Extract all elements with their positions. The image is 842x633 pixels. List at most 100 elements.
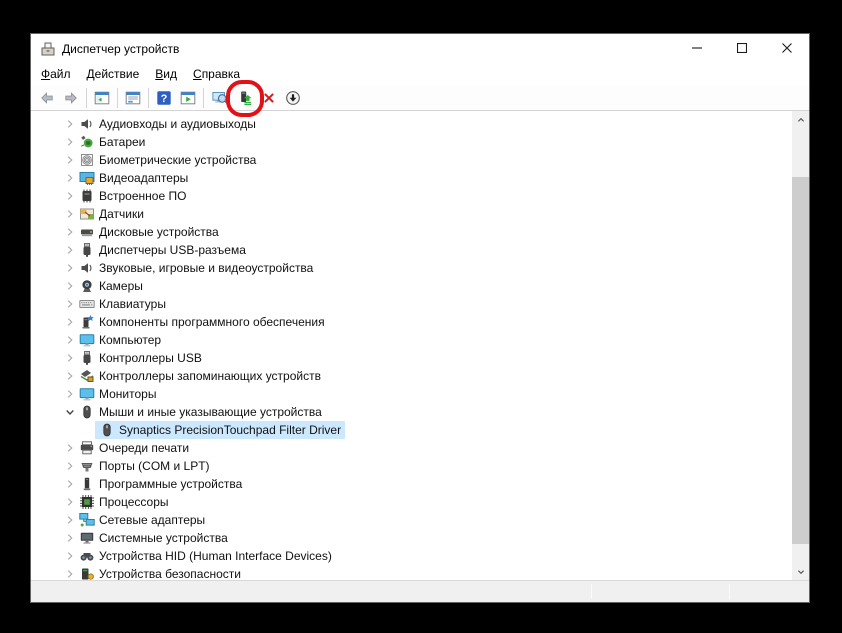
tree-item-label: Звуковые, игровые и видеоустройства — [99, 261, 313, 275]
forward-icon — [63, 90, 79, 106]
tree-item-body[interactable]: Устройства HID (Human Interface Devices) — [75, 547, 336, 565]
tree-item[interactable]: Батареи — [31, 133, 792, 151]
software-device-icon — [79, 476, 95, 492]
tree-item-label: Очереди печати — [99, 441, 189, 455]
tree-item[interactable]: Датчики — [31, 205, 792, 223]
tree-item-body[interactable]: Компьютер — [75, 331, 165, 349]
tree-item[interactable]: Дисковые устройства — [31, 223, 792, 241]
tree-item-label: Устройства безопасности — [99, 567, 241, 580]
tree-item[interactable]: Мыши и иные указывающие устройства — [31, 403, 792, 421]
tree-item[interactable]: Камеры — [31, 277, 792, 295]
tree-item[interactable]: Программные устройства — [31, 475, 792, 493]
tree-item-label: Программные устройства — [99, 477, 242, 491]
tree-item[interactable]: Контроллеры USB — [31, 349, 792, 367]
tree-item[interactable]: Клавиатуры — [31, 295, 792, 313]
help-icon: ? — [156, 90, 172, 106]
toolbar-separator — [203, 88, 204, 108]
tree-item[interactable]: Биометрические устройства — [31, 151, 792, 169]
tree-item-body[interactable]: Биометрические устройства — [75, 151, 260, 169]
tree-item-body[interactable]: Датчики — [75, 205, 148, 223]
tree-item-body[interactable]: Порты (COM и LPT) — [75, 457, 214, 475]
tree-item-body[interactable]: Системные устройства — [75, 529, 232, 547]
tree-item-body[interactable]: Программные устройства — [75, 475, 246, 493]
status-divider — [729, 584, 730, 599]
action-pane-icon — [180, 90, 196, 106]
tree-item[interactable]: Очереди печати — [31, 439, 792, 457]
tree-item-body[interactable]: Встроенное ПО — [75, 187, 190, 205]
selected-tree-item-body[interactable]: Synaptics PrecisionTouchpad Filter Drive… — [95, 421, 345, 439]
tree-item-body[interactable]: Процессоры — [75, 493, 173, 511]
maximize-icon — [737, 41, 747, 56]
vertical-scrollbar[interactable] — [792, 111, 809, 580]
tree-item[interactable]: Компоненты программного обеспечения — [31, 313, 792, 331]
help-button[interactable]: ? — [152, 85, 176, 110]
tree-item[interactable]: Встроенное ПО — [31, 187, 792, 205]
tree-item[interactable]: Диспетчеры USB-разъема — [31, 241, 792, 259]
tree-item-label: Биометрические устройства — [99, 153, 256, 167]
menu-view[interactable]: Вид — [147, 65, 185, 83]
maximize-button[interactable] — [719, 34, 764, 63]
minimize-button[interactable] — [674, 34, 719, 63]
tree-item-body[interactable]: Звуковые, игровые и видеоустройства — [75, 259, 317, 277]
tree-item-body[interactable]: Видеоадаптеры — [75, 169, 192, 187]
tree-item[interactable]: Аудиовходы и аудиовыходы — [31, 115, 792, 133]
tree-item-label: Контроллеры запоминающих устройств — [99, 369, 321, 383]
menu-action[interactable]: Действие — [79, 65, 148, 83]
show-console-tree-button[interactable] — [90, 85, 114, 110]
tree-item[interactable]: Сетевые адаптеры — [31, 511, 792, 529]
display-adapter-icon — [79, 170, 95, 186]
tree-item[interactable]: Synaptics PrecisionTouchpad Filter Drive… — [31, 421, 792, 439]
tree-item[interactable]: Порты (COM и LPT) — [31, 457, 792, 475]
action-pane-button[interactable] — [176, 85, 200, 110]
tree-item-body[interactable]: Аудиовходы и аудиовыходы — [75, 115, 260, 133]
tree-item[interactable]: Звуковые, игровые и видеоустройства — [31, 259, 792, 277]
tree-item-body[interactable]: Батареи — [75, 133, 149, 151]
tree-item-body[interactable]: Контроллеры запоминающих устройств — [75, 367, 325, 385]
back-button[interactable] — [35, 85, 59, 110]
window-controls — [674, 34, 809, 63]
tree-item[interactable]: Системные устройства — [31, 529, 792, 547]
update-driver-icon — [237, 90, 253, 106]
tree-item-body[interactable]: Сетевые адаптеры — [75, 511, 209, 529]
tree-item-label: Камеры — [99, 279, 143, 293]
tree-item-body[interactable]: Камеры — [75, 277, 147, 295]
scroll-up-icon[interactable] — [792, 111, 809, 128]
disable-device-icon — [285, 90, 301, 106]
tree-item-label: Компьютер — [99, 333, 161, 347]
scan-hardware-changes-icon — [212, 90, 228, 106]
uninstall-device-button[interactable] — [257, 85, 281, 110]
tree-item-body[interactable]: Мыши и иные указывающие устройства — [75, 403, 326, 421]
tree-item-body[interactable]: Контроллеры USB — [75, 349, 206, 367]
tree-item-body[interactable]: Диспетчеры USB-разъема — [75, 241, 250, 259]
update-driver-button[interactable] — [233, 85, 257, 110]
menu-help[interactable]: Справка — [185, 65, 248, 83]
window-title: Диспетчер устройств — [62, 42, 179, 56]
tree-item[interactable]: Видеоадаптеры — [31, 169, 792, 187]
tree-item-body[interactable]: Устройства безопасности — [75, 565, 245, 580]
close-button[interactable] — [764, 34, 809, 63]
forward-button[interactable] — [59, 85, 83, 110]
menu-file[interactable]: Файл — [33, 65, 79, 83]
tree-item-label: Компоненты программного обеспечения — [99, 315, 325, 329]
toolbar-separator — [117, 88, 118, 108]
properties-button[interactable] — [121, 85, 145, 110]
tree-item[interactable]: Устройства HID (Human Interface Devices) — [31, 547, 792, 565]
tree-item[interactable]: Устройства безопасности — [31, 565, 792, 580]
tree-item-body[interactable]: Клавиатуры — [75, 295, 170, 313]
disable-device-button[interactable] — [281, 85, 305, 110]
tree-item[interactable]: Компьютер — [31, 331, 792, 349]
tree-item-body[interactable]: Мониторы — [75, 385, 160, 403]
tree-item[interactable]: Процессоры — [31, 493, 792, 511]
tree-item[interactable]: Контроллеры запоминающих устройств — [31, 367, 792, 385]
content-area: Аудиовходы и аудиовыходы Батареи Биометрич… — [31, 111, 809, 580]
scan-hardware-changes-button[interactable] — [207, 85, 233, 110]
tree-item-body[interactable]: Компоненты программного обеспечения — [75, 313, 329, 331]
scrollbar-thumb[interactable] — [792, 177, 809, 544]
tree-item[interactable]: Мониторы — [31, 385, 792, 403]
svg-text:?: ? — [161, 93, 168, 105]
tree-item-label: Батареи — [99, 135, 145, 149]
tree-item-body[interactable]: Очереди печати — [75, 439, 193, 457]
device-manager-window: Диспетчер устройств Файл Действие Вид Сп… — [30, 33, 810, 603]
tree-item-body[interactable]: Дисковые устройства — [75, 223, 223, 241]
scroll-down-icon[interactable] — [792, 563, 809, 580]
